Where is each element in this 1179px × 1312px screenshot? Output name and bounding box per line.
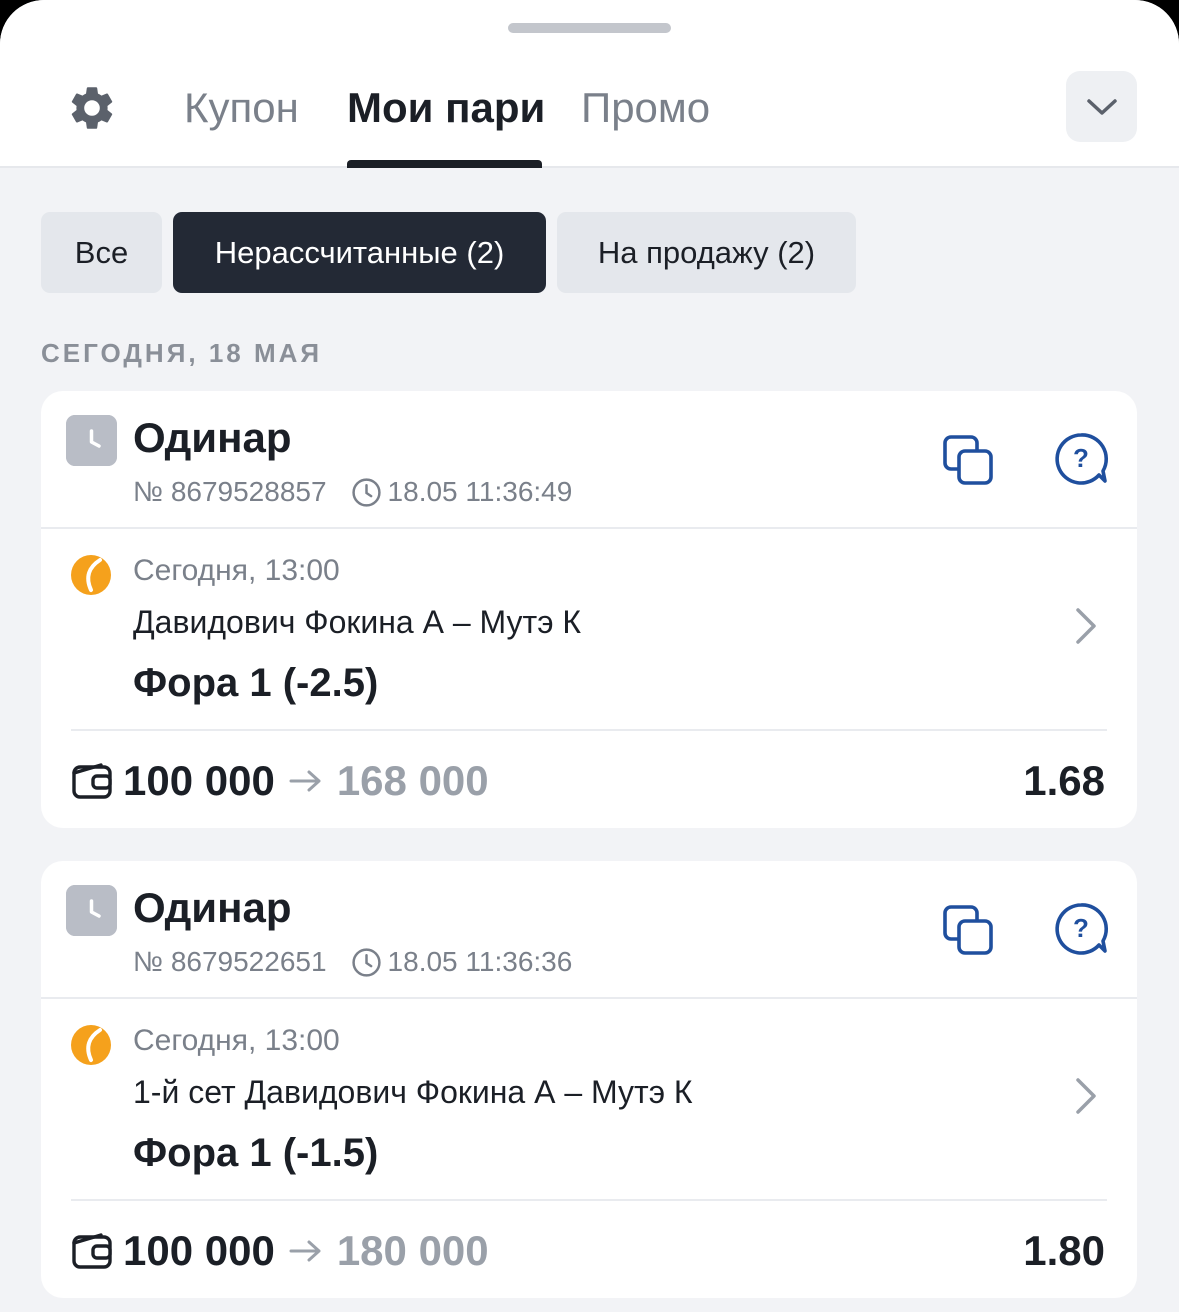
- sheet-grabber[interactable]: [508, 23, 671, 33]
- filter-all[interactable]: Все: [41, 212, 162, 293]
- help-bubble-icon[interactable]: ?: [1053, 431, 1109, 487]
- arrow-right-icon: [289, 1240, 321, 1262]
- tab-my-bets[interactable]: Мои пари: [347, 82, 545, 134]
- copy-icon[interactable]: [941, 433, 995, 487]
- stake-amount: 100 000: [123, 757, 275, 804]
- bet-placed-time: 18.05 11:36:49: [387, 476, 573, 507]
- collapse-button[interactable]: [1066, 71, 1137, 142]
- help-bubble-icon[interactable]: ?: [1053, 901, 1109, 957]
- gear-icon[interactable]: [66, 82, 118, 134]
- clock-icon: [66, 415, 117, 466]
- bet-card-header: Одинар № 8679528857 18.05 11:36:49 ?: [41, 391, 1137, 529]
- chevron-right-icon: [1076, 1078, 1096, 1114]
- bet-type: Одинар: [133, 884, 292, 931]
- tab-promo[interactable]: Промо: [581, 82, 710, 134]
- bet-card: Одинар № 8679522651 18.05 11:36:36 ? Сег…: [41, 861, 1137, 1298]
- bet-odds: 1.68: [1023, 757, 1105, 804]
- stake-to-payout: 100 000 180 000: [123, 1225, 489, 1277]
- event-time: Сегодня, 13:00: [133, 554, 340, 587]
- event-name: Давидович Фокина А – Мутэ К: [133, 604, 582, 640]
- sheet-header: Купон Мои пари Промо: [0, 0, 1179, 168]
- date-header: СЕГОДНЯ, 18 МАЯ: [41, 338, 323, 368]
- tennis-ball-icon: [71, 1025, 111, 1065]
- svg-text:?: ?: [1073, 443, 1089, 473]
- bet-card-header: Одинар № 8679522651 18.05 11:36:36 ?: [41, 861, 1137, 999]
- payout-amount: 168 000: [336, 757, 489, 804]
- svg-text:?: ?: [1073, 913, 1089, 943]
- filter-for-sale[interactable]: На продажу (2): [557, 212, 856, 293]
- wallet-icon: [72, 763, 112, 799]
- bet-footer: 100 000 168 000 1.68: [41, 731, 1137, 828]
- bets-sheet: Купон Мои пари Промо Все Нерассчитанные …: [0, 0, 1179, 1312]
- event-name: 1-й сет Давидович Фокина А – Мутэ К: [133, 1074, 693, 1110]
- arrow-right-icon: [289, 770, 321, 792]
- bet-type: Одинар: [133, 414, 292, 461]
- bet-number: № 8679528857: [133, 476, 327, 507]
- bet-placed-time: 18.05 11:36:36: [387, 946, 573, 977]
- bet-footer: 100 000 180 000 1.80: [41, 1201, 1137, 1298]
- bet-market: Фора 1 (-1.5): [133, 1131, 379, 1175]
- tennis-ball-icon: [71, 555, 111, 595]
- clock-icon: [351, 477, 381, 507]
- copy-icon[interactable]: [941, 903, 995, 957]
- bet-odds: 1.80: [1023, 1227, 1105, 1274]
- bet-meta: № 8679522651 18.05 11:36:36: [133, 945, 572, 979]
- bet-event-row[interactable]: Сегодня, 13:00 Давидович Фокина А – Мутэ…: [41, 529, 1137, 731]
- stake-to-payout: 100 000 168 000: [123, 755, 489, 807]
- bet-number: № 8679522651: [133, 946, 327, 977]
- chevron-right-icon: [1076, 608, 1096, 644]
- payout-amount: 180 000: [336, 1227, 489, 1274]
- clock-icon: [351, 947, 381, 977]
- bet-market: Фора 1 (-2.5): [133, 661, 379, 705]
- event-time: Сегодня, 13:00: [133, 1024, 340, 1057]
- filter-unsettled[interactable]: Нерассчитанные (2): [173, 212, 546, 293]
- bet-card: Одинар № 8679528857 18.05 11:36:49 ? Сег…: [41, 391, 1137, 828]
- chevron-down-icon: [1086, 98, 1117, 115]
- active-tab-indicator: [347, 160, 542, 168]
- stake-amount: 100 000: [123, 1227, 275, 1274]
- bet-event-row[interactable]: Сегодня, 13:00 1-й сет Давидович Фокина …: [41, 999, 1137, 1201]
- bet-meta: № 8679528857 18.05 11:36:49: [133, 475, 572, 509]
- wallet-icon: [72, 1233, 112, 1269]
- tab-coupon[interactable]: Купон: [184, 82, 299, 134]
- clock-icon: [66, 885, 117, 936]
